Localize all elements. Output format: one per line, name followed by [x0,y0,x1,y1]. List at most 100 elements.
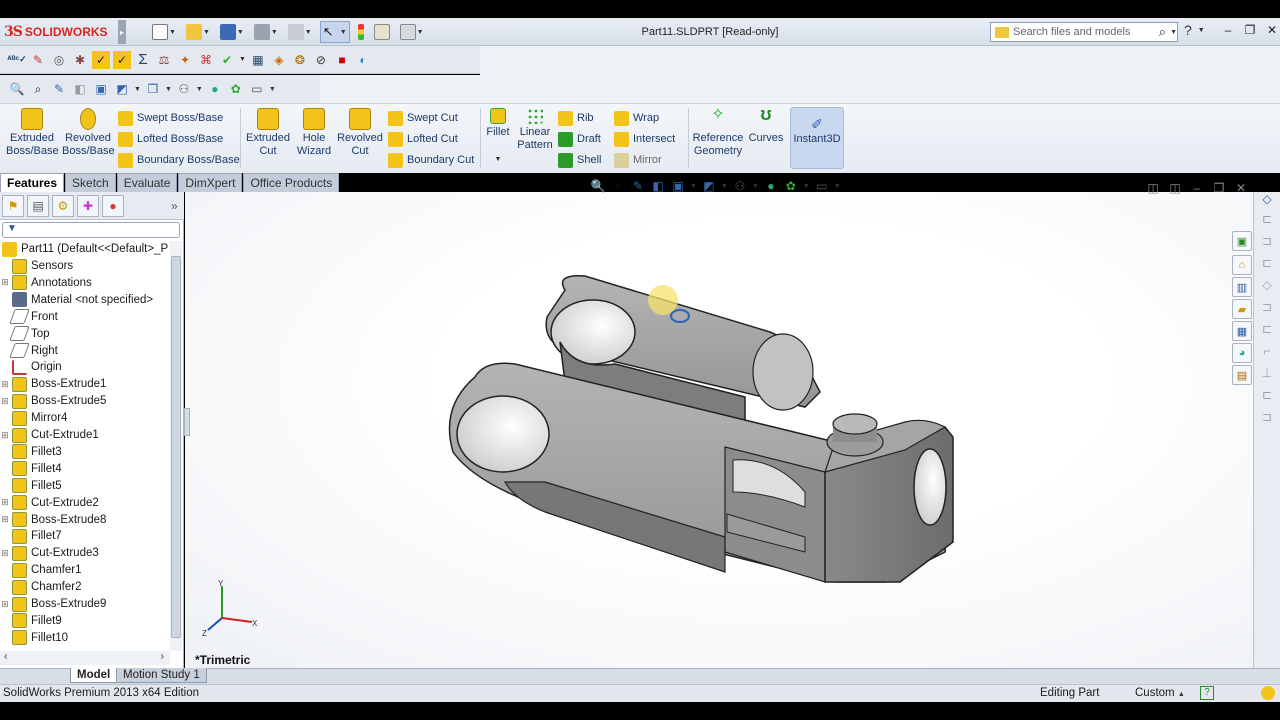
options-button[interactable]: ▼ [398,21,426,43]
hide-show-icon[interactable]: ⚇ [175,80,193,98]
tab-motion-study[interactable]: Motion Study 1 [116,668,207,683]
design-library-icon[interactable]: ▥ [1232,277,1252,297]
file-explorer-icon[interactable]: ▰ [1232,299,1252,319]
pane-tool-icon[interactable]: ⊥ [1258,364,1276,382]
pane-tool-icon[interactable]: ⊏ [1258,386,1276,404]
view-settings-icon[interactable]: ▭ [814,178,830,194]
solidworks-resources-icon[interactable]: ▣ [1232,231,1252,251]
search-dropdown-icon[interactable]: ▼ [1170,29,1177,36]
pane-tool-icon[interactable]: ⊐ [1258,298,1276,316]
menu-expand-arrow[interactable]: ▸ [118,20,126,44]
import-diagnostics-icon[interactable]: ▦ [249,51,267,69]
dimxpert-manager-tab-icon[interactable]: ✚ [77,194,99,217]
search-icon[interactable]: ⌕ [1159,24,1166,40]
tree-item[interactable]: ⊞ Annotations [0,275,92,291]
tab-evaluate[interactable]: Evaluate [116,173,178,192]
save-button[interactable]: ▼ [218,21,246,43]
tree-item[interactable]: Fillet9 [0,613,62,629]
boundary-cut-button[interactable]: Boundary Cut [388,151,474,169]
linear-pattern-button[interactable]: Linear Pattern [516,108,554,152]
zoom-to-area-icon[interactable]: ⌕ [610,178,626,194]
fillet-button[interactable]: Fillet ▼ [484,108,512,166]
spell-check-icon[interactable]: ᴬᴮᶜ✓ [7,51,26,69]
file-properties-button[interactable] [372,21,392,43]
feature-manager-tab-icon[interactable]: ⚑ [2,194,24,217]
previous-view-icon[interactable]: ✎ [50,80,68,98]
swept-boss-button[interactable]: Swept Boss/Base [118,109,223,127]
pane-tool-icon[interactable]: ⊐ [1258,232,1276,250]
configuration-manager-tab-icon[interactable]: ⚙ [52,194,74,217]
expand-icon[interactable]: ⊞ [0,396,10,407]
section-properties-icon[interactable]: ✦ [176,51,194,69]
instant3d-button[interactable]: ✐ Instant3D [790,107,844,169]
open-button[interactable]: ▼ [184,21,212,43]
view-palette-icon[interactable]: ▦ [1232,321,1252,341]
tree-root[interactable]: Part11 (Default<<Default>_P [0,241,168,257]
pane-tool-icon[interactable]: ⊏ [1258,254,1276,272]
home-icon[interactable]: ⌂ [1232,255,1252,275]
tree-item[interactable]: Material <not specified> [0,292,153,308]
custom-properties-icon[interactable]: ▤ [1232,365,1252,385]
tile-right-icon[interactable]: ◫ [1167,180,1183,196]
scroll-right-icon[interactable]: › [161,651,164,662]
extruded-cut-button[interactable]: Extruded Cut [244,108,292,158]
previous-view-icon[interactable]: ✎ [630,178,646,194]
sensor-icon[interactable]: ⌘ [197,51,215,69]
intersect-button[interactable]: Intersect [614,130,675,148]
tile-left-icon[interactable]: ◫ [1145,180,1161,196]
expand-icon[interactable]: ⊞ [0,379,10,390]
scene-icon[interactable]: ✿ [227,80,245,98]
wrap-button[interactable]: Wrap [614,109,659,127]
swept-cut-button[interactable]: Swept Cut [388,109,458,127]
deviation-analysis-icon[interactable]: ◈ [270,51,288,69]
reference-geometry-button[interactable]: ✧ Reference Geometry [692,107,744,158]
help-menu[interactable]: ? ▼ [1184,22,1205,38]
curvature-icon[interactable]: ⊘ [312,51,330,69]
tree-item[interactable]: ⊞ Cut-Extrude1 [0,427,99,443]
draft-analysis-icon[interactable]: ■ [333,51,351,69]
tree-item[interactable]: Sensors [0,258,73,274]
lofted-cut-button[interactable]: Lofted Cut [388,130,458,148]
tree-horizontal-scrollbar[interactable]: ‹ › [0,651,170,665]
revolved-cut-button[interactable]: Revolved Cut [336,108,384,158]
part-model[interactable] [185,192,1253,668]
tree-item[interactable]: Origin [0,359,62,375]
expand-icon[interactable]: ⊞ [0,430,10,441]
tree-item[interactable]: Chamfer1 [0,562,82,578]
tab-features[interactable]: Features [0,173,65,192]
tree-item[interactable]: Top [0,326,50,342]
tree-item[interactable]: Fillet5 [0,478,62,494]
rib-button[interactable]: Rib [558,109,594,127]
hole-wizard-button[interactable]: Hole Wizard [294,108,334,158]
pane-tool-icon[interactable]: ⊏ [1258,320,1276,338]
new-document-button[interactable]: ▼ [150,21,178,43]
tree-item[interactable]: Right [0,343,58,359]
tree-item[interactable]: ⊞ Cut-Extrude3 [0,545,99,561]
tab-dimxpert[interactable]: DimXpert [178,173,243,192]
scroll-left-icon[interactable]: ‹ [4,651,7,662]
tab-office-products[interactable]: Office Products [243,173,340,192]
hint-icon[interactable] [1261,686,1275,700]
app-logo[interactable]: 3S SOLIDWORKS [4,20,122,44]
tree-item[interactable]: Fillet4 [0,461,62,477]
zoom-to-area-icon[interactable]: ⌕ [29,80,47,98]
expand-icon[interactable]: ⊞ [0,514,10,525]
pane-tool-icon[interactable]: ⊐ [1258,408,1276,426]
tree-item[interactable]: Mirror4 [0,410,67,426]
extruded-boss-button[interactable]: Extruded Boss/Base [6,108,59,158]
tools-icon[interactable]: ✱ [71,51,89,69]
restore-icon[interactable]: ❐ [1242,22,1258,38]
check-geometry-icon[interactable]: ✔ [218,51,236,69]
tree-item[interactable]: Chamfer2 [0,579,82,595]
hide-show-icon[interactable]: ⚇ [732,178,748,194]
revolved-boss-button[interactable]: Revolved Boss/Base [62,108,115,158]
tree-scroll-thumb[interactable] [171,256,181,638]
print-button[interactable]: ▼ [252,21,280,43]
rebuild-button[interactable] [356,21,366,43]
select-button[interactable]: ↖ ▼ [319,21,350,43]
expand-icon[interactable]: ⊞ [0,599,10,610]
expand-icon[interactable]: ⊞ [0,548,10,559]
scene-icon[interactable]: ✿ [783,178,799,194]
section-view-icon[interactable]: ◧ [71,80,89,98]
mirror-button[interactable]: Mirror [614,151,662,169]
